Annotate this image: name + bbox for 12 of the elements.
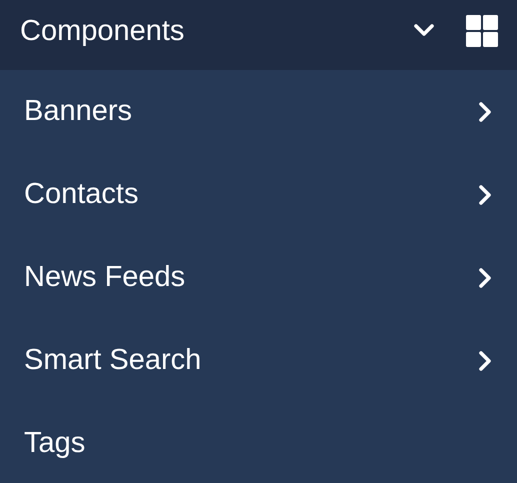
menu-item[interactable]: Tags xyxy=(0,402,517,483)
menu-item-label: Banners xyxy=(24,95,132,128)
menu-item-label: Smart Search xyxy=(24,344,202,377)
menu-item-label: Tags xyxy=(24,427,86,460)
menu-item[interactable]: Smart Search xyxy=(0,319,517,402)
menu-item[interactable]: News Feeds xyxy=(0,236,517,319)
menu-title: Components xyxy=(20,14,186,48)
grid-icon[interactable] xyxy=(466,15,498,47)
menu-item-label: Contacts xyxy=(24,178,138,211)
menu-item-label: News Feeds xyxy=(24,261,186,294)
menu-item[interactable]: Contacts xyxy=(0,153,517,236)
menu-item[interactable]: Banners xyxy=(0,70,517,153)
